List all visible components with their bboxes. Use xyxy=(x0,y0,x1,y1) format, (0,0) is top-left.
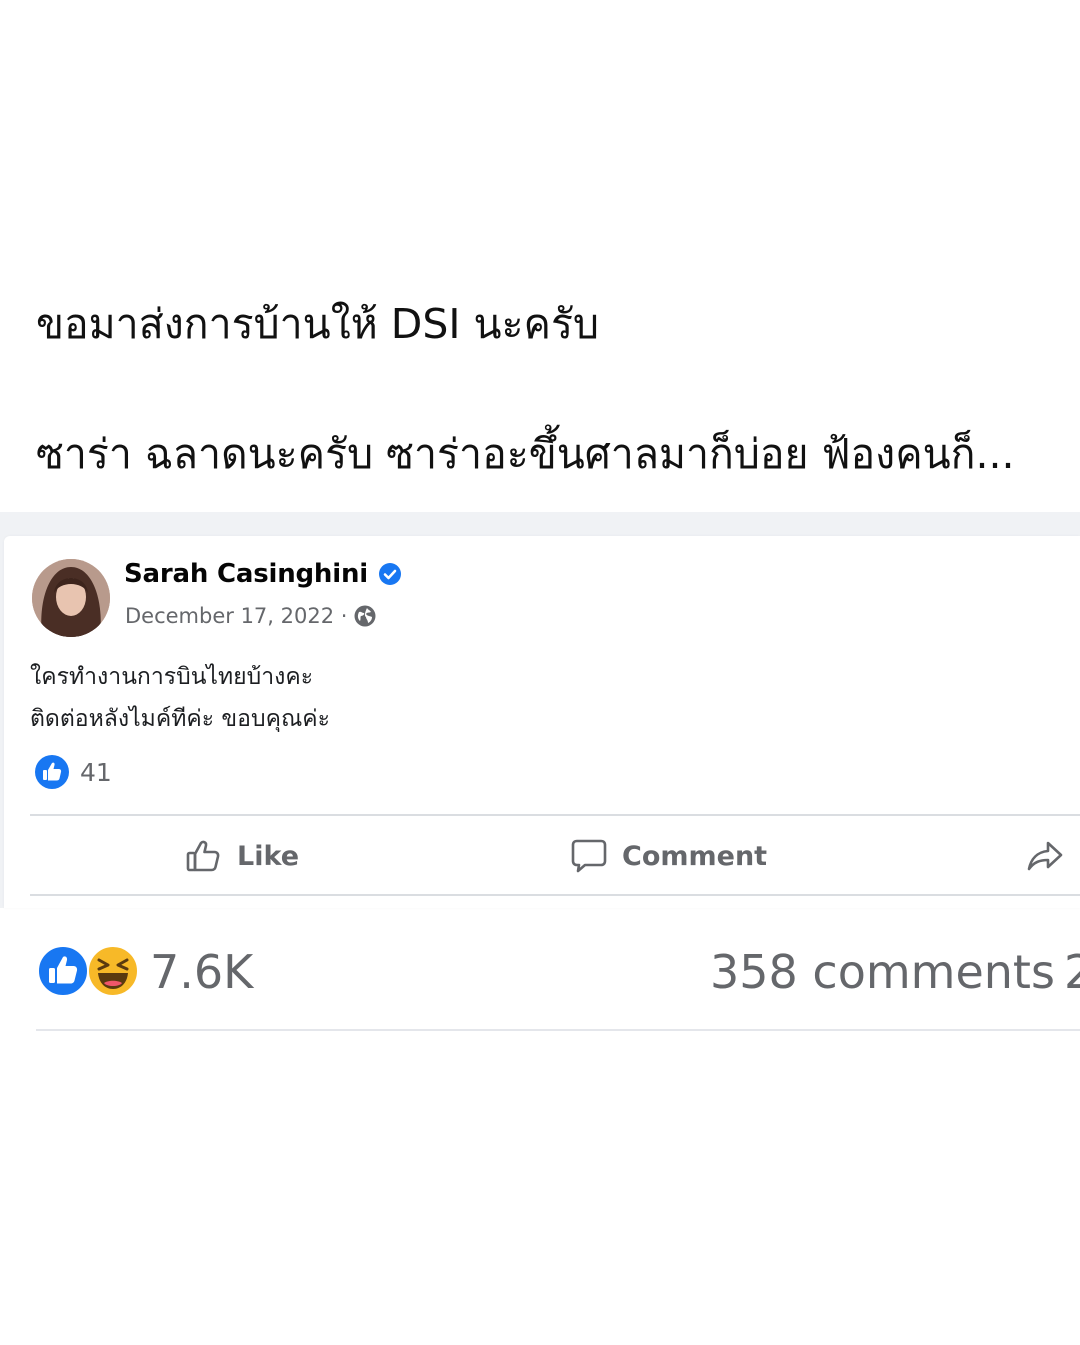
body-line-2: ติดต่อหลังไมค์ทีค่ะ ขอบคุณค่ะ xyxy=(30,706,331,732)
embedded-post-body: ใครทำงานการบินไทยบ้างคะ ติดต่อหลังไมค์ที… xyxy=(30,656,330,740)
comments-count[interactable]: 358 comments xyxy=(710,942,1055,1002)
post-text: ขอมาส่งการบ้านให้ DSI นะครับ ซาร่า ฉลาดน… xyxy=(36,290,1080,488)
post-line-1: ขอมาส่งการบ้านให้ DSI นะครับ xyxy=(36,300,600,348)
embedded-post-card: Sarah Casinghini December 17, 2022 · ใคร… xyxy=(4,536,1080,908)
action-bar: Like Comment xyxy=(30,820,1080,892)
embedded-reaction-count: 41 xyxy=(80,757,112,787)
divider xyxy=(30,894,1080,896)
globe-icon xyxy=(353,604,377,628)
avatar[interactable] xyxy=(32,559,110,637)
comment-icon xyxy=(570,837,608,875)
author-name[interactable]: Sarah Casinghini xyxy=(124,559,368,589)
post-date[interactable]: December 17, 2022 · xyxy=(125,604,347,628)
share-icon xyxy=(1026,837,1064,875)
comment-button[interactable]: Comment xyxy=(570,820,767,892)
divider xyxy=(36,1029,1080,1031)
like-icon xyxy=(185,837,223,875)
like-reaction-icon xyxy=(34,754,70,790)
post-line-2[interactable]: ซาร่า ฉลาดนะครับ ซาร่าอะขึ้นศาลมาก็บ่อย … xyxy=(36,420,1080,488)
body-line-1: ใครทำงานการบินไทยบ้างคะ xyxy=(30,664,314,690)
like-label: Like xyxy=(237,840,300,872)
divider xyxy=(30,814,1080,816)
reaction-icons[interactable] xyxy=(36,944,140,998)
verified-badge-icon xyxy=(378,562,402,586)
embedded-reactions[interactable]: 41 xyxy=(34,754,112,790)
share-button[interactable] xyxy=(1026,820,1064,892)
comment-label: Comment xyxy=(622,840,768,872)
shares-count[interactable]: 2 xyxy=(1064,942,1080,1002)
post-meta: December 17, 2022 · xyxy=(125,604,377,628)
reaction-count[interactable]: 7.6K xyxy=(150,942,253,1002)
like-reaction-icon xyxy=(36,944,90,1002)
reactions-summary: 7.6K 358 comments 2 xyxy=(36,936,1080,1008)
haha-reaction-icon xyxy=(86,944,140,1002)
embedded-post-screenshot: Sarah Casinghini December 17, 2022 · ใคร… xyxy=(0,512,1080,908)
like-button[interactable]: Like xyxy=(185,820,299,892)
author-row: Sarah Casinghini xyxy=(124,559,402,589)
